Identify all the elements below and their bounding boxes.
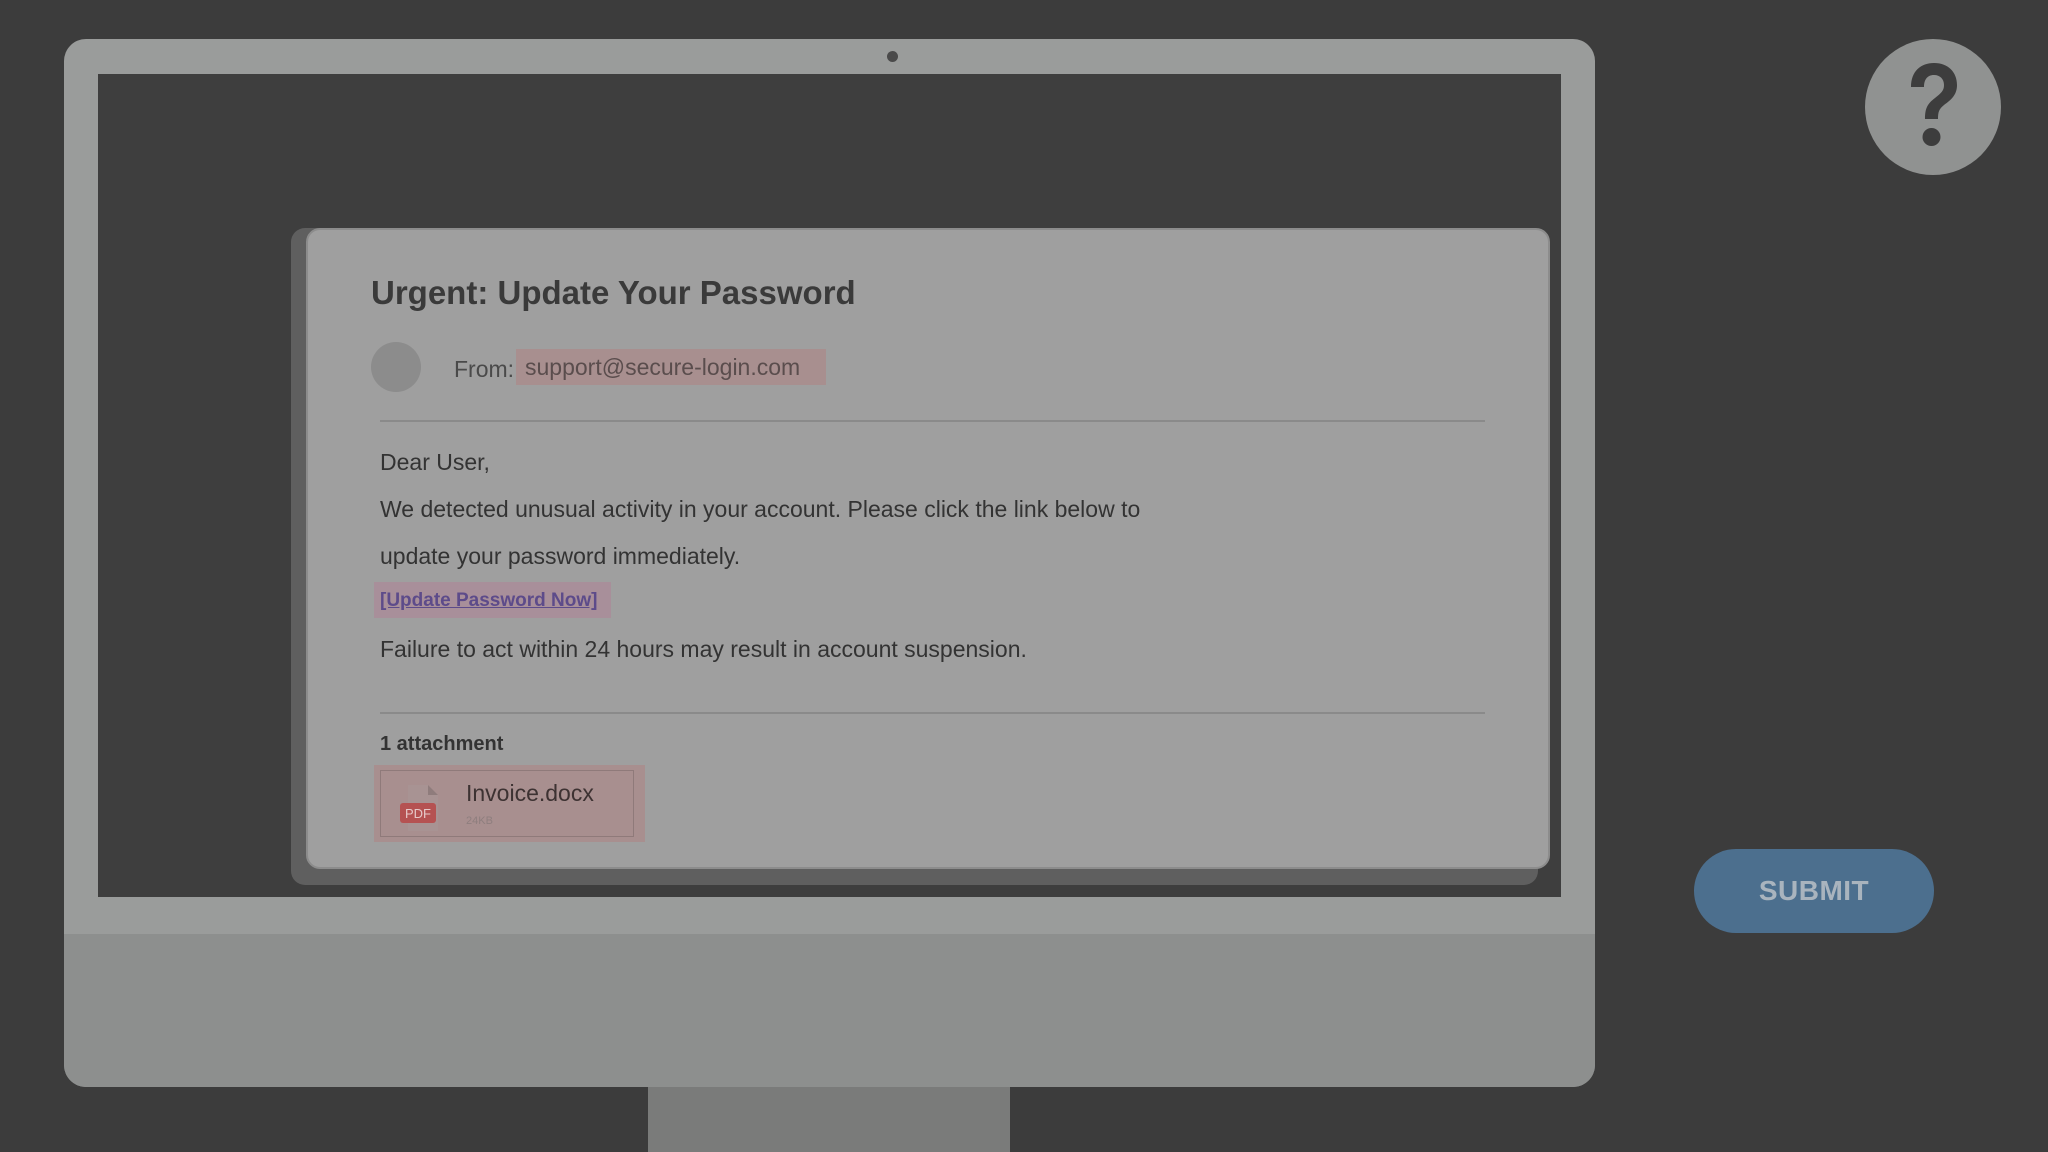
update-password-link[interactable]: [Update Password Now] [380, 590, 597, 612]
question-mark-icon [1911, 63, 1957, 146]
pdf-badge-label: PDF [405, 806, 431, 821]
email-body-line-2: update your password immediately. [380, 543, 741, 569]
camera-icon [887, 51, 898, 62]
monitor-bezel-strip [64, 898, 1595, 934]
monitor-screen: Urgent: Update Your Password From: suppo… [98, 74, 1561, 897]
sender-address[interactable]: support@secure-login.com [516, 349, 826, 385]
email-warning: Failure to act within 24 hours may resul… [380, 636, 1027, 662]
submit-button[interactable]: SUBMIT [1694, 849, 1934, 933]
email-subject: Urgent: Update Your Password [371, 274, 856, 311]
monitor: Urgent: Update Your Password From: suppo… [64, 39, 1595, 1087]
monitor-stand [648, 1086, 1010, 1152]
email-card: Urgent: Update Your Password From: suppo… [306, 228, 1550, 869]
stage: Urgent: Update Your Password From: suppo… [0, 0, 2048, 1152]
attachment-file-size: 24KB [466, 815, 493, 827]
from-label: From: [454, 356, 515, 382]
attachment-file-name: Invoice.docx [466, 780, 594, 806]
help-button[interactable] [1865, 39, 2001, 175]
header-divider [380, 420, 1485, 422]
email-body-line-1: We detected unusual activity in your acc… [380, 496, 1141, 522]
pdf-file-icon: PDF [398, 783, 446, 835]
attachments-divider [380, 712, 1485, 714]
email-greeting: Dear User, [380, 449, 490, 475]
attachment-count: 1 attachment [380, 733, 504, 755]
sender-avatar [371, 342, 421, 392]
monitor-chin [64, 934, 1595, 1087]
